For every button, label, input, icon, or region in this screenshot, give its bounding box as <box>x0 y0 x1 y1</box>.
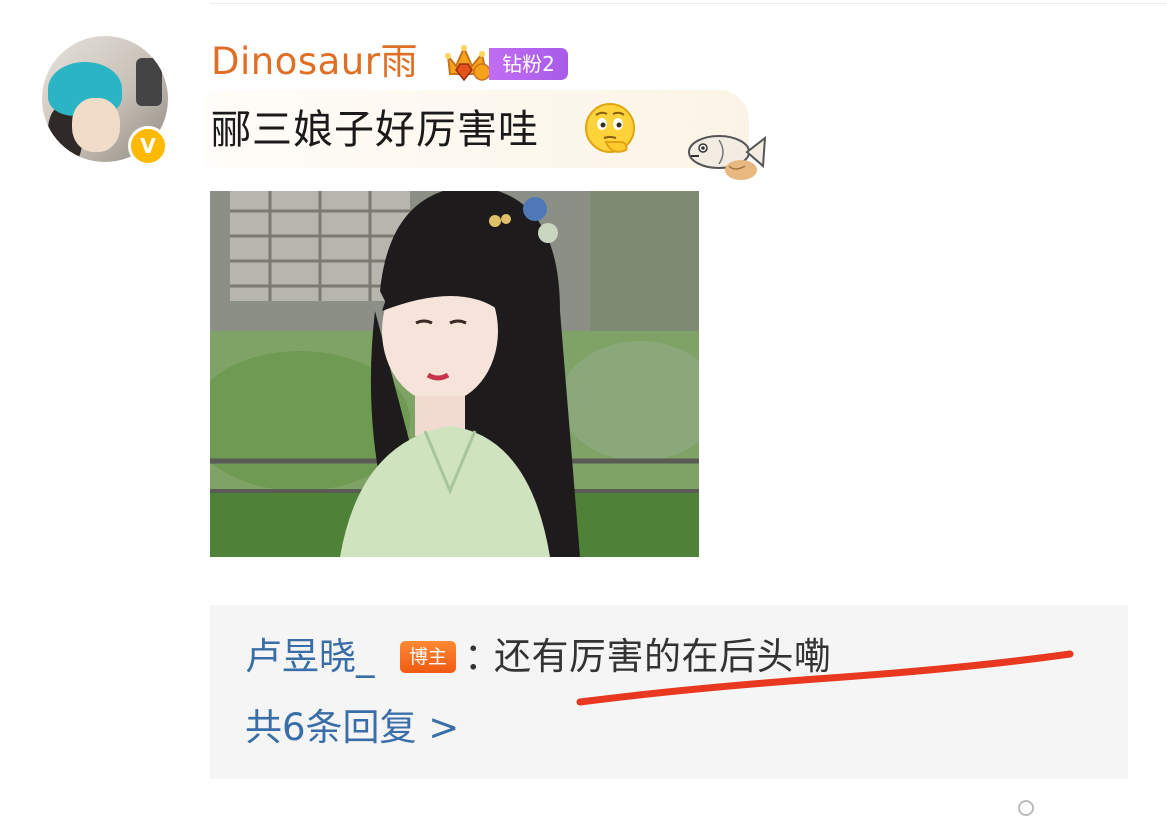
reply-count-link[interactable]: 共6条回复 > <box>245 703 459 753</box>
reply-author[interactable]: 卢昱晓_ <box>245 632 375 682</box>
top-divider <box>210 3 1167 4</box>
thinking-face-emoji-icon <box>585 103 635 153</box>
corner-dot <box>1018 800 1034 816</box>
comment-image[interactable] <box>210 191 699 557</box>
fan-badge[interactable]: 钻粉2 <box>489 48 568 80</box>
username[interactable]: Dinosaur雨 <box>211 38 418 86</box>
avatar-phone <box>136 58 162 106</box>
red-underline-annotation <box>576 650 1074 706</box>
fish-sticker-icon <box>688 135 767 180</box>
crown-icon <box>445 45 491 82</box>
blogger-badge: 博主 <box>400 641 456 673</box>
comment-text: 郦三娘子好厉害哇 <box>211 107 539 153</box>
verified-icon: V <box>128 126 168 166</box>
avatar-face <box>72 98 120 152</box>
